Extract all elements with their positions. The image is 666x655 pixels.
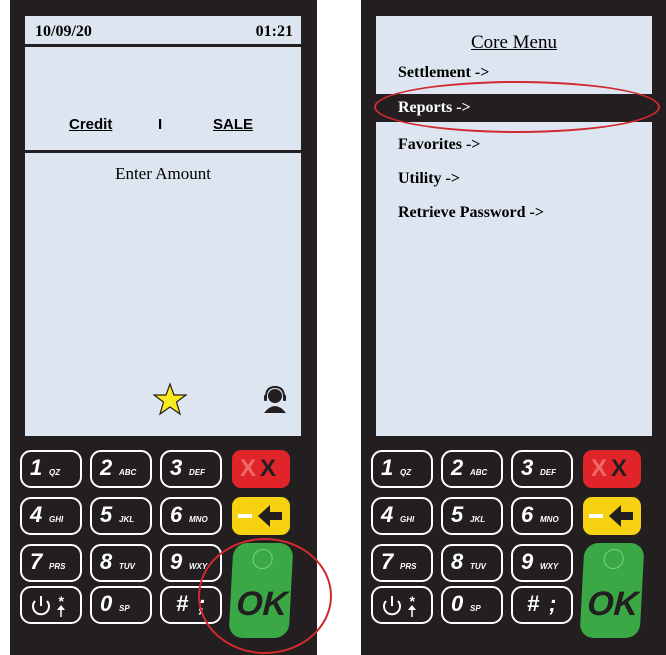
ok-key-callout-circle — [198, 538, 332, 654]
key-letters: GHI — [49, 515, 64, 524]
key-8[interactable]: 8 TUV — [90, 544, 152, 582]
key-letters: QZ — [400, 468, 412, 477]
terminal-screen: Core Menu Settlement -> Reports -> Favor… — [376, 16, 652, 436]
cancel-key[interactable]: X X — [232, 450, 290, 488]
key-letters: TUV — [119, 562, 135, 571]
key-digit: 7 — [381, 549, 394, 574]
key-7[interactable]: 7 PRS — [371, 544, 433, 582]
clear-key[interactable] — [583, 497, 641, 535]
key-2[interactable]: 2 ABC — [441, 450, 503, 488]
key-4[interactable]: 4 GHI — [20, 497, 82, 535]
enter-amount-prompt: Enter Amount — [115, 164, 211, 183]
ok-led-indicator — [603, 549, 625, 569]
key-digit: 0 — [100, 591, 113, 616]
key-5[interactable]: 5 JKL — [441, 497, 503, 535]
key-letters: TUV — [470, 562, 486, 571]
key-digit: 1 — [381, 455, 394, 480]
key-digit: 9 — [170, 549, 183, 574]
key-digit: 8 — [100, 549, 113, 574]
power-star-key[interactable]: * — [371, 586, 433, 624]
key-digit: 1 — [30, 455, 43, 480]
menu-title: Core Menu — [470, 32, 557, 53]
key-3[interactable]: 3 DEF — [511, 450, 573, 488]
key-letters: ABC — [119, 468, 137, 477]
menu-item-settlement[interactable]: Settlement -> — [398, 64, 489, 82]
key-1[interactable]: 1 QZ — [20, 450, 82, 488]
key-8[interactable]: 8 TUV — [441, 544, 503, 582]
key-digit: 0 — [451, 591, 464, 616]
key-digit: 2 — [451, 455, 464, 480]
cancel-x-icon: X — [611, 455, 628, 482]
ok-label: OK — [586, 585, 640, 623]
key-digit: 2 — [100, 455, 113, 480]
cancel-key[interactable]: X X — [583, 450, 641, 488]
key-digit: 3 — [170, 455, 183, 480]
backspace-arrow-icon — [238, 505, 282, 527]
key-2[interactable]: 2 ABC — [90, 450, 152, 488]
key-digit: 5 — [100, 502, 113, 527]
terminal-screen: 10/09/20 01:21 Credit I SALE Enter Amoun… — [25, 16, 301, 436]
key-hash: # — [176, 591, 189, 616]
key-letters: SP — [119, 604, 130, 613]
key-digit: 7 — [30, 549, 43, 574]
key-digit: 4 — [30, 502, 43, 527]
power-asterisk-icon: * — [383, 593, 416, 617]
card-type-label[interactable]: Credit — [69, 116, 112, 133]
time-label: 01:21 — [255, 23, 293, 40]
key-letters: QZ — [49, 468, 61, 477]
cancel-x-shadow: X — [240, 455, 257, 482]
key-letters: GHI — [400, 515, 415, 524]
reports-callout-ellipse — [374, 81, 660, 133]
mode-divider — [25, 150, 301, 153]
key-0[interactable]: 0 SP — [90, 586, 152, 624]
key-letters: DEF — [540, 468, 556, 477]
hash-key[interactable]: #; — [511, 586, 573, 624]
key-digit: 6 — [170, 502, 183, 527]
transaction-type-label[interactable]: SALE — [213, 116, 253, 133]
key-digit: 6 — [521, 502, 534, 527]
key-letters: JKL — [470, 515, 486, 524]
key-3[interactable]: 3 DEF — [160, 450, 222, 488]
menu-item-favorites[interactable]: Favorites -> — [398, 136, 480, 154]
power-asterisk-icon: * — [32, 593, 65, 617]
header-divider — [25, 44, 301, 47]
key-hash: # — [527, 591, 540, 616]
mode-separator: I — [158, 116, 163, 133]
key-letters: MNO — [189, 515, 208, 524]
key-5[interactable]: 5 JKL — [90, 497, 152, 535]
clear-key[interactable] — [232, 497, 290, 535]
menu-item-retrieve-password[interactable]: Retrieve Password -> — [398, 204, 544, 222]
key-digit: 3 — [521, 455, 534, 480]
date-label: 10/09/20 — [35, 23, 92, 40]
key-letters: WXY — [540, 562, 559, 571]
key-semicolon: ; — [549, 591, 557, 616]
key-letters: MNO — [540, 515, 559, 524]
power-star-key[interactable]: * — [20, 586, 82, 624]
star-icon[interactable] — [153, 382, 187, 416]
key-6[interactable]: 6 MNO — [160, 497, 222, 535]
key-9[interactable]: 9 WXY — [511, 544, 573, 582]
key-letters: DEF — [189, 468, 205, 477]
key-letters: PRS — [400, 562, 417, 571]
cancel-x-icon: X — [260, 455, 277, 482]
support-agent-icon[interactable] — [261, 386, 289, 414]
cancel-x-shadow: X — [591, 455, 608, 482]
backspace-arrow-icon — [589, 505, 633, 527]
key-7[interactable]: 7 PRS — [20, 544, 82, 582]
key-digit: 5 — [451, 502, 464, 527]
key-letters: SP — [470, 604, 481, 613]
key-digit: 8 — [451, 549, 464, 574]
key-letters: PRS — [49, 562, 66, 571]
key-1[interactable]: 1 QZ — [371, 450, 433, 488]
key-letters: ABC — [470, 468, 488, 477]
key-digit: 9 — [521, 549, 534, 574]
key-6[interactable]: 6 MNO — [511, 497, 573, 535]
key-digit: 4 — [381, 502, 394, 527]
menu-item-utility[interactable]: Utility -> — [398, 170, 460, 188]
key-0[interactable]: 0 SP — [441, 586, 503, 624]
ok-key[interactable]: OK — [579, 543, 645, 638]
key-letters: JKL — [119, 515, 135, 524]
key-4[interactable]: 4 GHI — [371, 497, 433, 535]
